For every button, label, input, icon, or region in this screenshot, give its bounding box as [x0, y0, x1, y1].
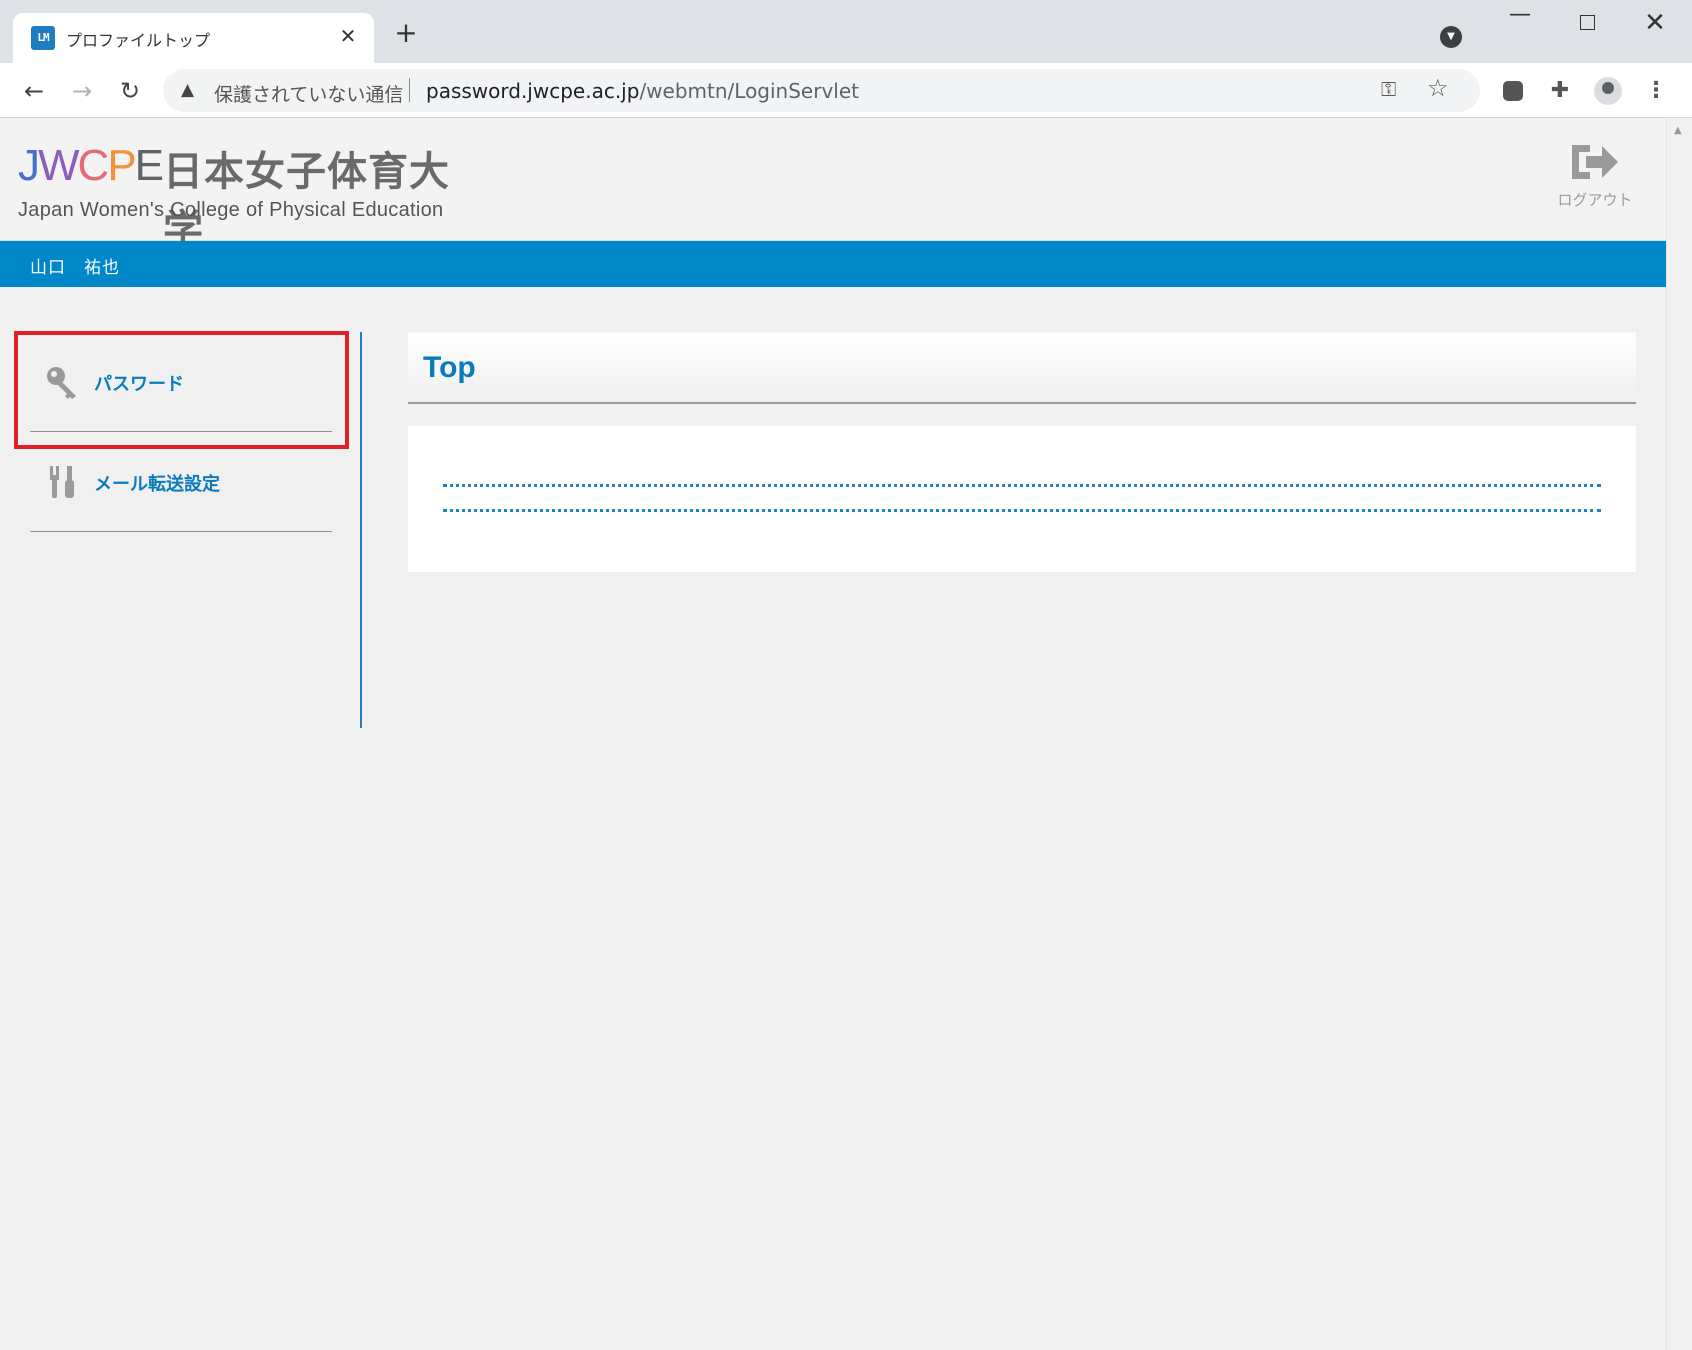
url-host: password.jwcpe.ac.jp — [426, 79, 640, 103]
college-logo[interactable]: JWCPE 日本女子体育大学 Japan Women's College of … — [18, 141, 488, 253]
bookmark-star-icon[interactable]: ☆ — [1427, 74, 1449, 102]
tab-bar: LM プロファイルトップ ✕ + ▼ — ✕ — [0, 0, 1692, 63]
security-status-text[interactable]: 保護されていない通信 — [214, 80, 403, 107]
sidebar-divider — [360, 332, 362, 728]
user-bar: 山口 祐也 — [0, 241, 1666, 287]
warning-icon[interactable]: ▲ — [181, 80, 194, 100]
scroll-up-arrow-icon[interactable]: ▲ — [1674, 125, 1682, 136]
window-maximize-button[interactable] — [1567, 6, 1607, 36]
user-name: 山口 祐也 — [30, 258, 120, 278]
forward-arrow-icon[interactable]: → — [66, 75, 98, 107]
page-title: Top — [423, 351, 476, 384]
window-close-button[interactable]: ✕ — [1635, 6, 1675, 38]
logo-english-name: Japan Women's College of Physical Educat… — [18, 199, 444, 221]
reload-icon[interactable]: ↻ — [114, 75, 146, 107]
logout-button[interactable]: ログアウト — [1550, 141, 1640, 221]
content-panel — [408, 426, 1636, 572]
window-minimize-button[interactable]: — — [1500, 4, 1540, 36]
site-header: JWCPE 日本女子体育大学 Japan Women's College of … — [0, 119, 1666, 253]
page-viewport: JWCPE 日本女子体育大学 Japan Women's College of … — [0, 119, 1666, 1350]
logout-label: ログアウト — [1557, 191, 1633, 209]
profile-avatar-icon[interactable] — [1594, 77, 1622, 105]
address-bar[interactable]: ▲ 保護されていない通信 password.jwcpe.ac.jp/webmtn… — [163, 69, 1480, 112]
extension-icon[interactable] — [1499, 77, 1527, 105]
url-text[interactable]: password.jwcpe.ac.jp/webmtn/LoginServlet — [426, 79, 859, 103]
browser-tab[interactable]: LM プロファイルトップ ✕ — [13, 13, 374, 63]
url-path: /webmtn/LoginServlet — [639, 79, 859, 103]
dotted-divider — [443, 484, 1601, 487]
logout-icon — [1572, 145, 1618, 179]
browser-menu-icon[interactable]: ⋮ — [1642, 77, 1670, 105]
address-separator — [409, 78, 410, 102]
new-tab-button[interactable]: + — [392, 19, 420, 48]
logo-mark: JWCPE — [18, 141, 164, 190]
main-content: Top — [408, 332, 1636, 572]
tools-icon — [50, 466, 74, 498]
tab-search-icon[interactable]: ▼ — [1440, 26, 1462, 48]
tab-title: プロファイルトップ — [66, 31, 211, 50]
logo-japanese-name: 日本女子体育大学 — [163, 149, 450, 253]
scrollbar[interactable]: ▲ — [1666, 119, 1692, 1350]
extensions-puzzle-icon[interactable]: ✚ — [1546, 77, 1574, 105]
browser-toolbar: ← → ↻ ▲ 保護されていない通信 password.jwcpe.ac.jp/… — [0, 63, 1692, 118]
back-arrow-icon[interactable]: ← — [18, 75, 50, 107]
dotted-divider — [443, 509, 1601, 512]
highlight-box — [14, 331, 349, 449]
tab-close-icon[interactable]: ✕ — [334, 22, 362, 50]
page-heading-bar: Top — [408, 332, 1636, 404]
sidebar-item-label[interactable]: メール転送設定 — [94, 470, 220, 496]
site-favicon-icon: LM — [31, 26, 55, 50]
password-key-icon[interactable]: ⚿ — [1381, 77, 1396, 101]
